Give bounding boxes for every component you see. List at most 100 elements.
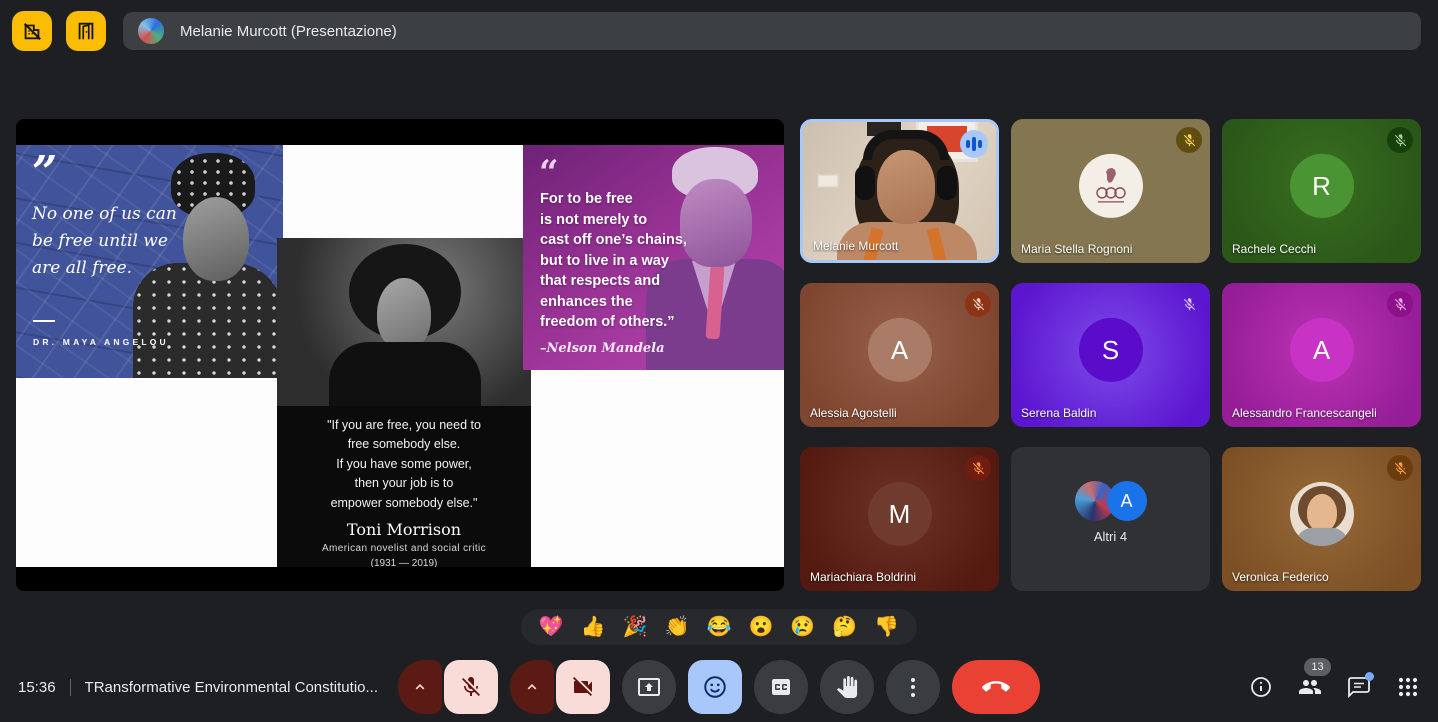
maya-quote: No one of us can be free until we are al…: [32, 201, 177, 283]
meeting-details-button[interactable]: [1249, 675, 1273, 699]
raised-hand-icon: [836, 676, 858, 698]
mic-off-icon: [965, 455, 991, 481]
participant-count-badge: 13: [1304, 658, 1331, 676]
door-icon: [75, 20, 97, 42]
toni-morrison-panel: "If you are free, you need to free someb…: [277, 238, 531, 567]
maya-attribution: DR. MAYA ANGELOU: [33, 337, 169, 347]
side-panel-icons: 13: [1249, 652, 1420, 722]
top-bar: Melanie Murcott (Presentazione): [0, 0, 1438, 62]
presenter-avatar: [138, 18, 164, 44]
reaction-laugh[interactable]: 😂: [707, 617, 732, 637]
reactions-toggle-button[interactable]: [688, 660, 742, 714]
slide-background: ” No one of us can be free until we are …: [16, 145, 784, 567]
avatar: M: [868, 482, 932, 546]
reaction-thinking[interactable]: 🤔: [832, 617, 857, 637]
videocam-off-icon: [571, 675, 595, 699]
reaction-thumbs-down[interactable]: 👎: [874, 617, 899, 637]
activities-button[interactable]: [1396, 675, 1420, 699]
mic-off-icon: [459, 675, 483, 699]
camera-toggle-button[interactable]: [556, 660, 610, 714]
mic-off-icon: [1387, 455, 1413, 481]
people-icon: [1298, 675, 1322, 699]
mic-off-icon: [965, 291, 991, 317]
participant-name: Veronica Federico: [1232, 570, 1329, 584]
tile-maria-stella-rognoni[interactable]: Maria Stella Rognoni: [1011, 119, 1210, 263]
tile-altri-4[interactable]: A Altri 4: [1011, 447, 1210, 591]
quote-mark: ”: [32, 147, 57, 198]
meeting-title: TRansformative Environmental Constitutio…: [85, 679, 378, 696]
building-disabled-button[interactable]: [12, 11, 52, 51]
avatar: A: [1107, 481, 1147, 521]
participant-name: Mariachiara Boldrini: [810, 570, 916, 584]
clock: 15:36: [18, 679, 56, 696]
toni-subtitle: American novelist and social critic: [277, 543, 531, 554]
shared-presentation[interactable]: ” No one of us can be free until we are …: [16, 119, 784, 591]
participant-name: Serena Baldin: [1021, 406, 1096, 420]
toni-name: Toni Morrison: [277, 520, 531, 539]
mic-off-icon: [1176, 127, 1202, 153]
avatar: R: [1290, 154, 1354, 218]
mic-off-icon: [1387, 291, 1413, 317]
reaction-heart[interactable]: 💖: [539, 617, 564, 637]
door-button[interactable]: [66, 11, 106, 51]
participants-button[interactable]: 13: [1298, 675, 1322, 699]
nelson-mandela-panel: “ For to be free is not merely to cast o…: [523, 145, 784, 370]
bottom-bar: 15:36 TRansformative Environmental Const…: [0, 652, 1438, 722]
avatar-photo: [1290, 482, 1354, 546]
divider: [70, 679, 71, 696]
camera-options-button[interactable]: [510, 660, 554, 714]
captions-button[interactable]: [754, 660, 808, 714]
avatar: A: [1290, 318, 1354, 382]
info-icon: [1249, 675, 1273, 699]
tile-alessandro-francescangeli[interactable]: A Alessandro Francescangeli: [1222, 283, 1421, 427]
toni-quote: "If you are free, you need to free someb…: [277, 416, 531, 513]
reaction-cry[interactable]: 😢: [790, 617, 815, 637]
group-label: Altri 4: [1011, 529, 1210, 544]
reactions-bar: 💖 👍 🎉 👏 😂 😮 😢 🤔 👎: [521, 609, 917, 645]
mandela-quote: For to be free is not merely to cast off…: [540, 189, 687, 333]
mandela-attribution: –Nelson Mandela: [540, 341, 665, 356]
participant-grid: Melanie Murcott Maria Stella Rognoni R R…: [800, 119, 1422, 591]
divider: [33, 320, 55, 322]
apps-grid-icon: [1396, 675, 1420, 699]
building-slash-icon: [21, 20, 43, 42]
toni-morrison-photo: [277, 238, 531, 406]
end-call-button[interactable]: [952, 660, 1040, 714]
more-vertical-icon: [911, 678, 915, 697]
mic-control-group: [398, 660, 498, 714]
participant-name: Alessandro Francescangeli: [1232, 406, 1377, 420]
quote-mark: “: [539, 153, 559, 193]
tile-serena-baldin[interactable]: S Serena Baldin: [1011, 283, 1210, 427]
tile-melanie-murcott[interactable]: Melanie Murcott: [800, 119, 999, 263]
closed-captions-icon: [769, 675, 793, 699]
meeting-info: 15:36 TRansformative Environmental Const…: [18, 652, 378, 722]
present-screen-icon: [637, 675, 661, 699]
tile-mariachiara-boldrini[interactable]: M Mariachiara Boldrini: [800, 447, 999, 591]
reaction-party[interactable]: 🎉: [623, 617, 648, 637]
mic-options-button[interactable]: [398, 660, 442, 714]
more-options-button[interactable]: [886, 660, 940, 714]
chevron-up-icon: [411, 678, 429, 696]
avatar: S: [1079, 318, 1143, 382]
audio-level-icon: [960, 130, 988, 158]
mic-off-icon: [1387, 127, 1413, 153]
tile-rachele-cecchi[interactable]: R Rachele Cecchi: [1222, 119, 1421, 263]
camera-control-group: [510, 660, 610, 714]
chat-notification-dot: [1365, 672, 1374, 681]
participant-name: Rachele Cecchi: [1232, 242, 1316, 256]
reaction-clap[interactable]: 👏: [665, 617, 690, 637]
africa-logo-icon: [1088, 163, 1134, 209]
presenter-banner[interactable]: Melanie Murcott (Presentazione): [123, 12, 1421, 50]
chat-button[interactable]: [1347, 675, 1371, 699]
present-button[interactable]: [622, 660, 676, 714]
raise-hand-button[interactable]: [820, 660, 874, 714]
participant-name: Alessia Agostelli: [810, 406, 897, 420]
toni-years: (1931 — 2019): [277, 558, 531, 567]
mic-toggle-button[interactable]: [444, 660, 498, 714]
tile-alessia-agostelli[interactable]: A Alessia Agostelli: [800, 283, 999, 427]
reaction-surprised[interactable]: 😮: [748, 617, 773, 637]
tile-veronica-federico[interactable]: Veronica Federico: [1222, 447, 1421, 591]
avatar: A: [868, 318, 932, 382]
reaction-thumbs-up[interactable]: 👍: [581, 617, 606, 637]
avatar: [1079, 154, 1143, 218]
